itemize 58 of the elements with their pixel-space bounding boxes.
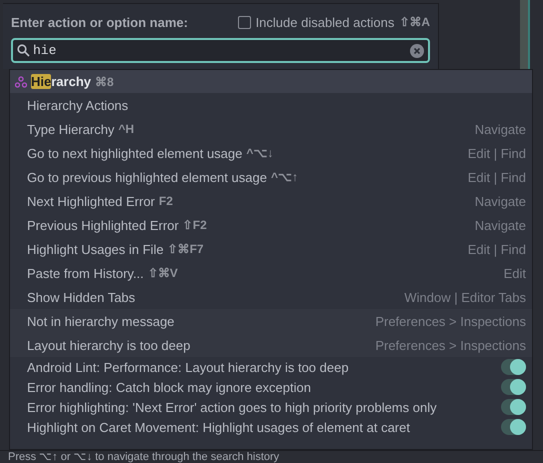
group-label: Edit | Find	[468, 242, 526, 256]
result-row[interactable]: Layout hierarchy is too deep Preferences > Inspections	[10, 333, 532, 357]
result-row[interactable]: Go to next highlighted element usage ^⌥↓ Edit | Find	[10, 141, 532, 165]
result-row[interactable]: Type Hierarchy ^H Navigate	[10, 117, 532, 141]
result-row[interactable]: Hierarchy Actions	[10, 93, 532, 117]
action-label: Previous Highlighted Error	[27, 218, 179, 232]
option-label: Error highlighting: 'Next Error' action goes to high priority problems only	[27, 400, 437, 414]
result-row[interactable]: Not in hierarchy message Preferences > Inspections	[10, 309, 532, 333]
group-label: Window | Editor Tabs	[404, 290, 526, 304]
result-row[interactable]: Next Highlighted Error F2 Navigate	[10, 189, 532, 213]
result-row[interactable]: Paste from History... ⇧⌘V Edit	[10, 261, 532, 285]
group-label: Navigate	[474, 122, 526, 136]
status-bar: Press ⌥↑ or ⌥↓ to navigate through the search history	[0, 450, 543, 463]
action-label: Layout hierarchy is too deep	[27, 338, 190, 352]
toggle-switch[interactable]	[501, 359, 526, 375]
action-label: Go to previous highlighted element usage	[27, 170, 267, 184]
group-label: Edit | Find	[468, 170, 526, 184]
result-row[interactable]: Highlight Usages in File ⇧⌘F7 Edit | Find	[10, 237, 532, 261]
shortcut-label: ⇧F2	[182, 218, 207, 232]
search-label: Enter action or option name:	[11, 14, 188, 30]
group-label: Preferences > Inspections	[375, 314, 526, 328]
toggle-switch[interactable]	[501, 399, 526, 415]
shortcut-label: F2	[158, 194, 173, 208]
shortcut-label: ⇧⌘V	[148, 266, 178, 280]
action-label: Paste from History...	[27, 266, 144, 280]
result-row[interactable]: Show Hidden Tabs Window | Editor Tabs	[10, 285, 532, 309]
action-label: Hierarchy	[31, 74, 91, 89]
action-label: Hierarchy Actions	[27, 98, 128, 112]
result-row[interactable]: Hierarchy ⌘8	[10, 70, 532, 93]
shortcut-label: ^⌥↑	[270, 170, 298, 184]
option-label: Error handling: Catch block may ignore exception	[27, 380, 311, 394]
action-label: Not in hierarchy message	[27, 314, 174, 328]
group-label: Navigate	[474, 218, 526, 232]
option-label: Android Lint: Performance: Layout hierarchy is too deep	[27, 360, 349, 374]
group-label: Edit | Find	[468, 146, 526, 160]
shortcut-label: ^⌥↓	[246, 146, 274, 160]
checkbox-square[interactable]	[238, 16, 251, 28]
shortcut-label: ^H	[118, 122, 134, 136]
editor-gutter	[520, 0, 530, 69]
toggle-switch[interactable]	[501, 379, 526, 395]
search-field[interactable]: hie	[11, 38, 430, 63]
action-label: Go to next highlighted element usage	[27, 146, 242, 160]
search-input[interactable]: hie	[33, 43, 407, 58]
group-label: Preferences > Inspections	[375, 338, 526, 352]
group-label: Edit	[504, 266, 526, 280]
result-row[interactable]: Go to previous highlighted element usage ^⌥↑ Edit | Find	[10, 165, 532, 189]
clear-icon[interactable]	[410, 44, 424, 58]
action-label: Next Highlighted Error	[27, 194, 155, 208]
toggle-switch[interactable]	[501, 419, 526, 435]
action-label: Highlight Usages in File	[27, 242, 164, 256]
group-label: Navigate	[474, 194, 526, 208]
search-icon	[17, 44, 30, 57]
shortcut-label: ⌘8	[94, 74, 114, 88]
action-label: Type Hierarchy	[27, 122, 114, 136]
action-label: Show Hidden Tabs	[27, 290, 136, 304]
shortcut-label: ⇧⌘F7	[168, 242, 204, 256]
option-label: Highlight on Caret Movement: Highlight usages of element at caret	[27, 420, 410, 434]
result-row[interactable]: Previous Highlighted Error ⇧F2 Navigate	[10, 213, 532, 237]
